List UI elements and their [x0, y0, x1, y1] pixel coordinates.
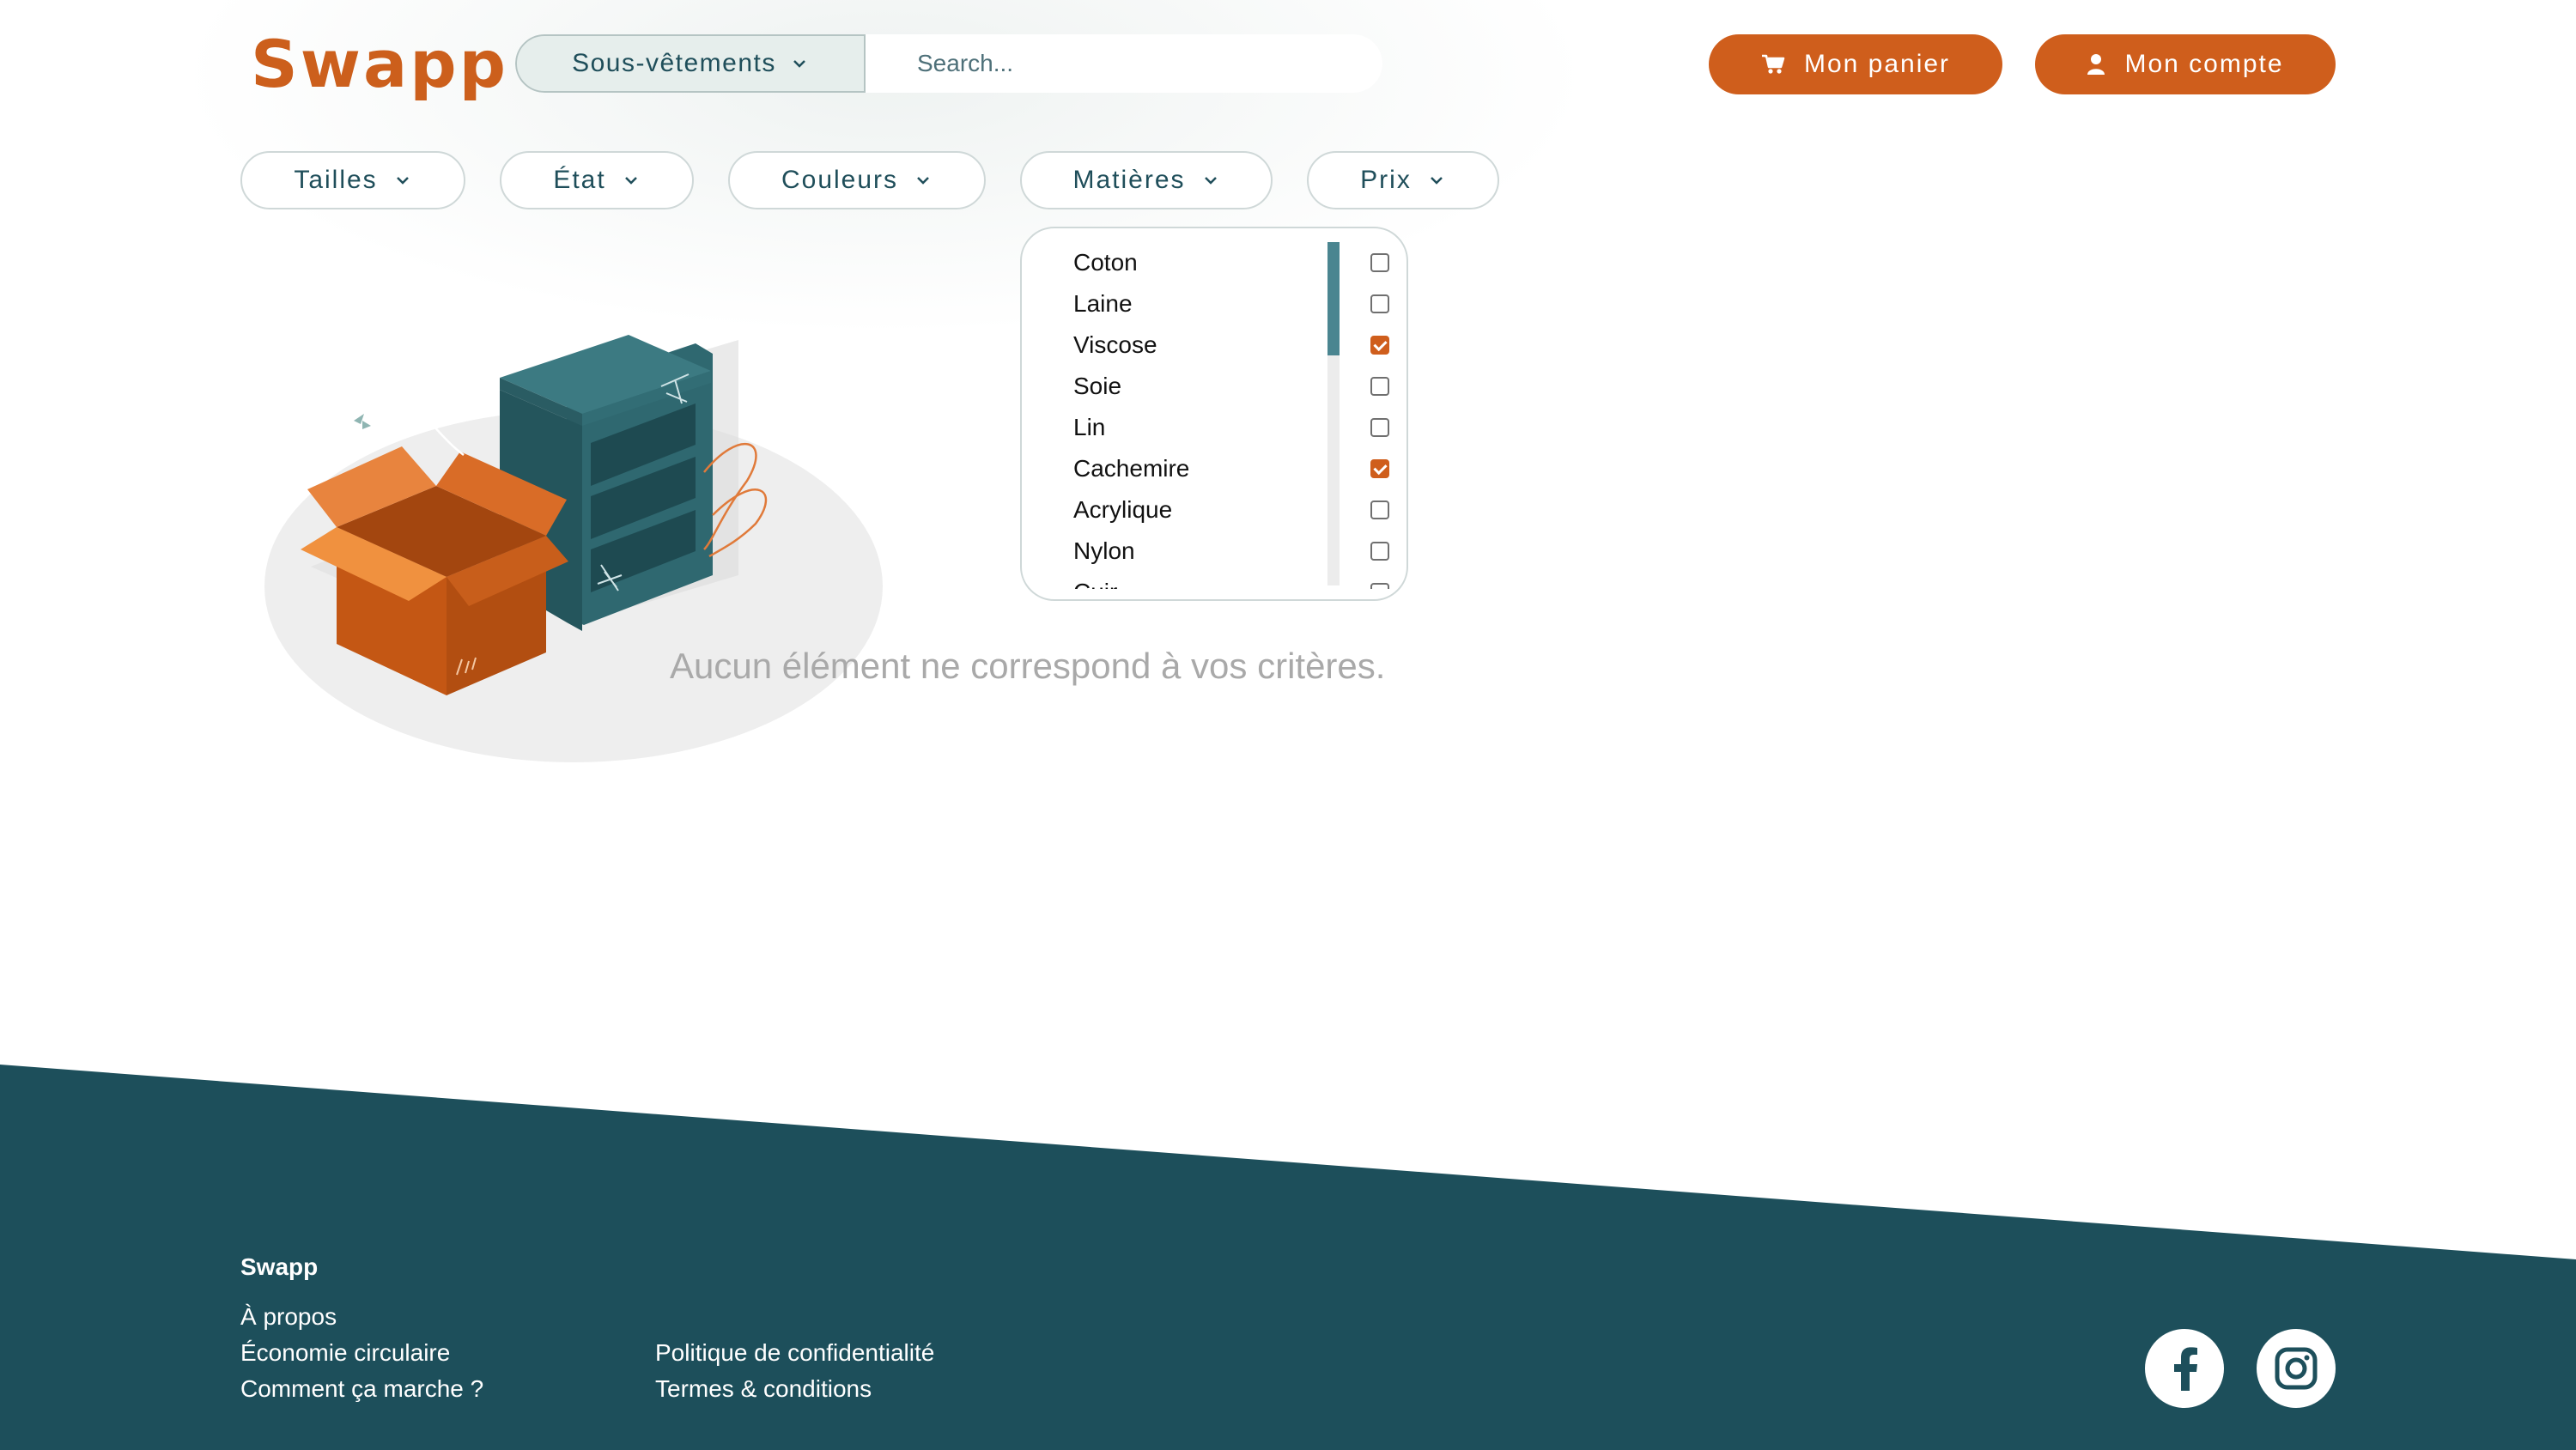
option-cachemire[interactable]: Cachemire [1073, 448, 1406, 489]
option-coton[interactable]: Coton [1073, 242, 1406, 283]
cart-icon [1761, 54, 1785, 74]
checkbox-checked[interactable] [1370, 336, 1389, 355]
option-label: Coton [1073, 249, 1138, 276]
category-select[interactable]: Sous-vêtements [515, 34, 866, 93]
logo[interactable]: Swapp [251, 26, 508, 102]
filter-matieres[interactable]: Matières [1020, 151, 1273, 209]
checkbox[interactable] [1370, 418, 1389, 437]
footer-link-comment-ca-marche[interactable]: Comment ça marche ? [240, 1375, 483, 1403]
option-acrylique[interactable]: Acrylique [1073, 489, 1406, 531]
filter-prix[interactable]: Prix [1307, 151, 1499, 209]
option-label: Viscose [1073, 331, 1157, 358]
search-input[interactable] [866, 34, 1382, 93]
chevron-down-icon [396, 177, 409, 185]
user-icon [2087, 54, 2105, 75]
account-button-label: Mon compte [2124, 50, 2284, 78]
chevron-down-icon [917, 177, 929, 185]
checkbox[interactable] [1370, 583, 1389, 589]
checkbox[interactable] [1370, 501, 1389, 519]
option-nylon[interactable]: Nylon [1073, 531, 1406, 572]
cart-button-label: Mon panier [1803, 50, 1951, 78]
filter-label: Couleurs [781, 166, 899, 194]
account-button[interactable]: Mon compte [2035, 34, 2336, 94]
filter-tailles[interactable]: Tailles [240, 151, 465, 209]
option-lin[interactable]: Lin [1073, 407, 1406, 448]
filter-couleurs[interactable]: Couleurs [728, 151, 986, 209]
checkbox-checked[interactable] [1370, 459, 1389, 478]
filter-label: Matières [1072, 166, 1186, 194]
footer-title: Swapp [240, 1253, 319, 1280]
instagram-icon [2275, 1347, 2318, 1390]
footer-link-termes-conditions[interactable]: Termes & conditions [655, 1375, 872, 1403]
checkbox[interactable] [1370, 542, 1389, 561]
empty-state-message: Aucun élément ne correspond à vos critèr… [670, 646, 1386, 686]
filter-label: Tailles [294, 166, 378, 194]
chevron-down-icon [1204, 177, 1217, 185]
search-bar: Sous-vêtements [515, 34, 1382, 93]
option-laine[interactable]: Laine [1073, 283, 1406, 325]
instagram-link[interactable] [2257, 1329, 2336, 1408]
footer-link-politique-confidentialite[interactable]: Politique de confidentialité [655, 1339, 934, 1367]
option-label: Nylon [1073, 537, 1135, 564]
option-cuir[interactable]: Cuir [1073, 572, 1406, 589]
facebook-link[interactable] [2145, 1329, 2224, 1408]
checkbox[interactable] [1370, 253, 1389, 272]
checkbox[interactable] [1370, 294, 1389, 313]
filter-etat[interactable]: État [500, 151, 694, 209]
category-select-label: Sous-vêtements [572, 49, 776, 77]
materials-dropdown: Coton Laine Viscose Soie Lin Cachemire A… [1020, 227, 1408, 601]
option-label: Acrylique [1073, 496, 1173, 523]
option-soie[interactable]: Soie [1073, 366, 1406, 407]
option-label: Soie [1073, 373, 1122, 399]
chevron-down-icon [624, 177, 637, 185]
option-viscose[interactable]: Viscose [1073, 325, 1406, 366]
dropdown-scrollbar-thumb[interactable] [1327, 242, 1340, 355]
footer-link-economie-circulaire[interactable]: Économie circulaire [240, 1339, 450, 1367]
empty-state-illustration [264, 335, 883, 762]
footer-link-a-propos[interactable]: À propos [240, 1303, 337, 1331]
option-label: Lin [1073, 414, 1106, 440]
filter-label: Prix [1360, 166, 1412, 194]
option-label: Cachemire [1073, 455, 1190, 482]
materials-option-list: Coton Laine Viscose Soie Lin Cachemire A… [1073, 242, 1406, 589]
checkbox[interactable] [1370, 377, 1389, 396]
option-label: Cuir [1073, 579, 1117, 589]
filter-label: État [553, 166, 606, 194]
facebook-icon [2174, 1347, 2197, 1391]
chevron-down-icon [1430, 177, 1443, 185]
option-label: Laine [1073, 290, 1133, 317]
chevron-down-icon [793, 60, 805, 68]
cart-button[interactable]: Mon panier [1709, 34, 2002, 94]
